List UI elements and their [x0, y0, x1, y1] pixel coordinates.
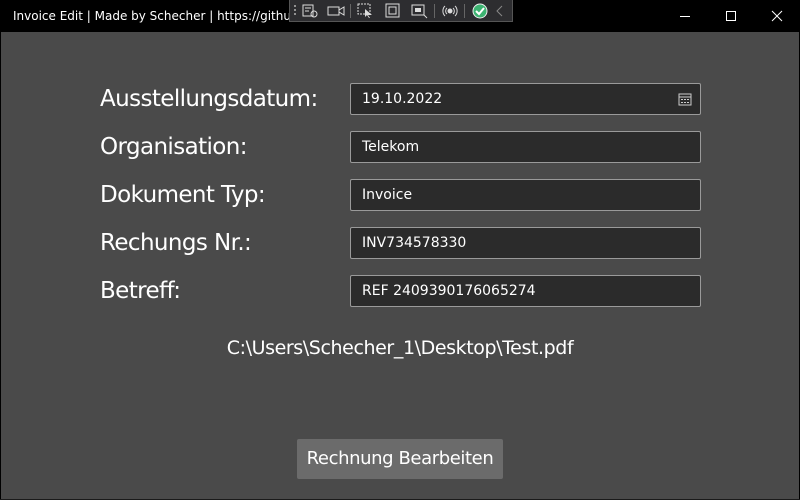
live-visual-tree-icon[interactable] [301, 3, 319, 19]
window-title: Invoice Edit | Made by Schecher | https:… [13, 9, 289, 23]
title-bar[interactable]: Invoice Edit | Made by Schecher | https:… [0, 0, 800, 32]
document-type-field[interactable]: Invoice [350, 179, 701, 211]
select-element-icon[interactable] [357, 3, 375, 19]
toolbar-separator [464, 4, 465, 18]
invoice-number-label: Rechungs Nr.: [100, 230, 252, 256]
calendar-icon[interactable] [678, 92, 692, 106]
status-check-icon[interactable] [471, 3, 489, 19]
minimize-button[interactable] [662, 0, 708, 32]
xaml-debug-toolbar[interactable] [289, 0, 513, 22]
issue-date-value: 19.10.2022 [362, 91, 443, 107]
subject-label: Betreff: [100, 278, 181, 304]
close-icon [771, 10, 783, 22]
invoice-number-field[interactable]: INV734578330 [350, 227, 701, 259]
hot-reload-icon[interactable] [441, 3, 459, 19]
subject-field[interactable]: REF 2409390176065274 [350, 275, 701, 307]
file-path: C:\Users\Schecher_1\Desktop\Test.pdf [226, 337, 574, 359]
collapse-chevron-icon[interactable] [494, 3, 512, 19]
display-layout-adorners-icon[interactable] [384, 3, 402, 19]
toolbar-separator [350, 4, 351, 18]
track-focus-icon[interactable] [410, 3, 428, 19]
edit-invoice-button[interactable]: Rechnung Bearbeiten [297, 439, 503, 479]
issue-date-picker[interactable]: 19.10.2022 [350, 83, 701, 115]
organisation-label: Organisation: [100, 134, 248, 160]
organisation-field[interactable]: Telekom [350, 131, 701, 163]
issue-date-label: Ausstellungsdatum: [100, 86, 318, 112]
document-type-label: Dokument Typ: [100, 182, 266, 208]
close-button[interactable] [754, 0, 800, 32]
minimize-icon [680, 16, 690, 17]
video-icon[interactable] [327, 3, 345, 19]
maximize-icon [726, 11, 736, 21]
toolbar-grip[interactable] [293, 4, 297, 17]
toolbar-separator [434, 4, 435, 18]
maximize-button[interactable] [708, 0, 754, 32]
